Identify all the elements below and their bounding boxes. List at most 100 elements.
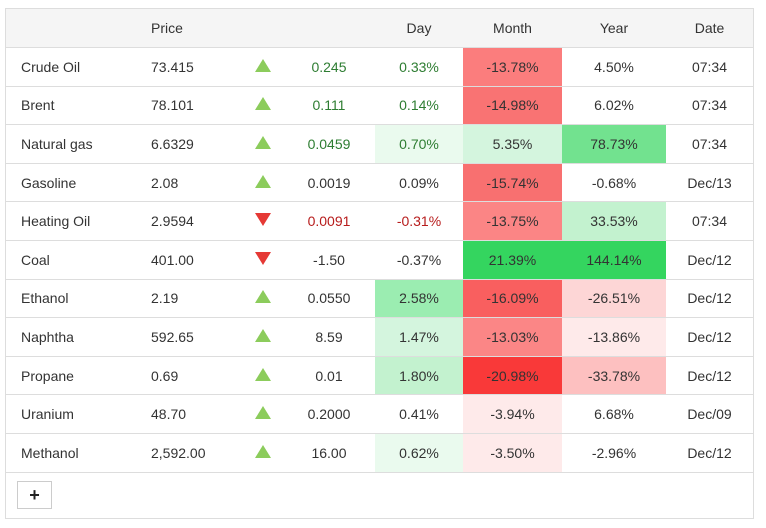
price: 2.19 [145, 279, 243, 319]
header-change[interactable] [283, 9, 375, 48]
direction [243, 86, 283, 126]
direction [243, 279, 283, 319]
month-change: -3.50% [463, 433, 562, 473]
change: 0.01 [283, 356, 375, 396]
header-year[interactable]: Year [562, 9, 666, 48]
direction [243, 124, 283, 164]
commodity-name: Gasoline [6, 163, 145, 203]
commodity-name: Naphtha [6, 317, 145, 357]
day-change: 0.33% [375, 47, 463, 87]
year-change: -26.51% [562, 279, 666, 319]
table-row[interactable]: Gasoline 2.08 0.0019 0.09% -15.74% -0.68% Dec/… [6, 163, 753, 203]
change: 16.00 [283, 433, 375, 473]
year-change: 4.50% [562, 47, 666, 87]
commodities-table: Price Day Month Year Date Crude Oil 73.41… [6, 9, 753, 473]
direction [243, 47, 283, 87]
change: 0.245 [283, 47, 375, 87]
direction [243, 163, 283, 203]
month-change: -13.75% [463, 201, 562, 241]
day-change: 1.80% [375, 356, 463, 396]
table-row[interactable]: Brent 78.101 0.111 0.14% -14.98% 6.02% 07:34 [6, 86, 753, 126]
direction [243, 201, 283, 241]
month-change: -13.03% [463, 317, 562, 357]
price: 401.00 [145, 240, 243, 280]
year-change: -2.96% [562, 433, 666, 473]
date: 07:34 [666, 47, 753, 87]
day-change: 2.58% [375, 279, 463, 319]
commodity-name: Crude Oil [6, 47, 145, 87]
table-row[interactable]: Crude Oil 73.415 0.245 0.33% -13.78% 4.50% 07:… [6, 47, 753, 87]
arrow-up-icon [255, 290, 271, 304]
commodity-name: Propane [6, 356, 145, 396]
commodity-name: Natural gas [6, 124, 145, 164]
arrow-up-icon [255, 174, 271, 188]
day-change: 0.62% [375, 433, 463, 473]
arrow-up-icon [255, 97, 271, 111]
arrow-up-icon [255, 58, 271, 72]
change: 0.0019 [283, 163, 375, 203]
direction [243, 433, 283, 473]
table-row[interactable]: Natural gas 6.6329 0.0459 0.70% 5.35% 78.73% 0… [6, 124, 753, 164]
arrow-up-icon [255, 328, 271, 342]
arrow-up-icon [255, 444, 271, 458]
plus-icon: + [29, 485, 40, 505]
day-change: 1.47% [375, 317, 463, 357]
date: 07:34 [666, 201, 753, 241]
month-change: -14.98% [463, 86, 562, 126]
year-change: -13.86% [562, 317, 666, 357]
year-change: 33.53% [562, 201, 666, 241]
add-row-button[interactable]: + [17, 481, 52, 509]
header-row: Price Day Month Year Date [6, 9, 753, 48]
price: 2.9594 [145, 201, 243, 241]
arrow-up-icon [255, 406, 271, 420]
month-change: 21.39% [463, 240, 562, 280]
header-month[interactable]: Month [463, 9, 562, 48]
direction [243, 356, 283, 396]
change: -1.50 [283, 240, 375, 280]
month-change: -13.78% [463, 47, 562, 87]
change: 0.2000 [283, 394, 375, 434]
direction [243, 317, 283, 357]
table-row[interactable]: Naphtha 592.65 8.59 1.47% -13.03% -13.86% Dec/… [6, 317, 753, 357]
year-change: 78.73% [562, 124, 666, 164]
header-date[interactable]: Date [666, 9, 753, 48]
date: Dec/12 [666, 433, 753, 473]
price: 73.415 [145, 47, 243, 87]
header-day[interactable]: Day [375, 9, 463, 48]
year-change: 6.68% [562, 394, 666, 434]
header-name[interactable] [6, 9, 145, 48]
date: Dec/12 [666, 356, 753, 396]
commodity-name: Brent [6, 86, 145, 126]
arrow-down-icon [255, 251, 271, 265]
month-change: -3.94% [463, 394, 562, 434]
arrow-up-icon [255, 135, 271, 149]
header-price[interactable]: Price [145, 9, 243, 48]
day-change: 0.70% [375, 124, 463, 164]
direction [243, 240, 283, 280]
direction [243, 394, 283, 434]
price: 0.69 [145, 356, 243, 396]
table-row[interactable]: Ethanol 2.19 0.0550 2.58% -16.09% -26.51% Dec/… [6, 279, 753, 319]
date: 07:34 [666, 86, 753, 126]
price: 592.65 [145, 317, 243, 357]
commodities-table-panel: Price Day Month Year Date Crude Oil 73.41… [5, 8, 754, 519]
table-row[interactable]: Heating Oil 2.9594 0.0091 -0.31% -13.75% 33.5… [6, 201, 753, 241]
change: 0.111 [283, 86, 375, 126]
date: Dec/13 [666, 163, 753, 203]
table-row[interactable]: Coal 401.00 -1.50 -0.37% 21.39% 144.14% Dec/12 [6, 240, 753, 280]
price: 2,592.00 [145, 433, 243, 473]
change: 0.0091 [283, 201, 375, 241]
date: Dec/12 [666, 279, 753, 319]
commodity-name: Methanol [6, 433, 145, 473]
price: 48.70 [145, 394, 243, 434]
table-row[interactable]: Uranium 48.70 0.2000 0.41% -3.94% 6.68% Dec/09 [6, 394, 753, 434]
table-row[interactable]: Propane 0.69 0.01 1.80% -20.98% -33.78% Dec/12 [6, 356, 753, 396]
date: Dec/09 [666, 394, 753, 434]
change: 8.59 [283, 317, 375, 357]
year-change: 6.02% [562, 86, 666, 126]
month-change: -16.09% [463, 279, 562, 319]
price: 6.6329 [145, 124, 243, 164]
commodity-name: Uranium [6, 394, 145, 434]
table-row[interactable]: Methanol 2,592.00 16.00 0.62% -3.50% -2.96% De… [6, 433, 753, 473]
day-change: 0.09% [375, 163, 463, 203]
